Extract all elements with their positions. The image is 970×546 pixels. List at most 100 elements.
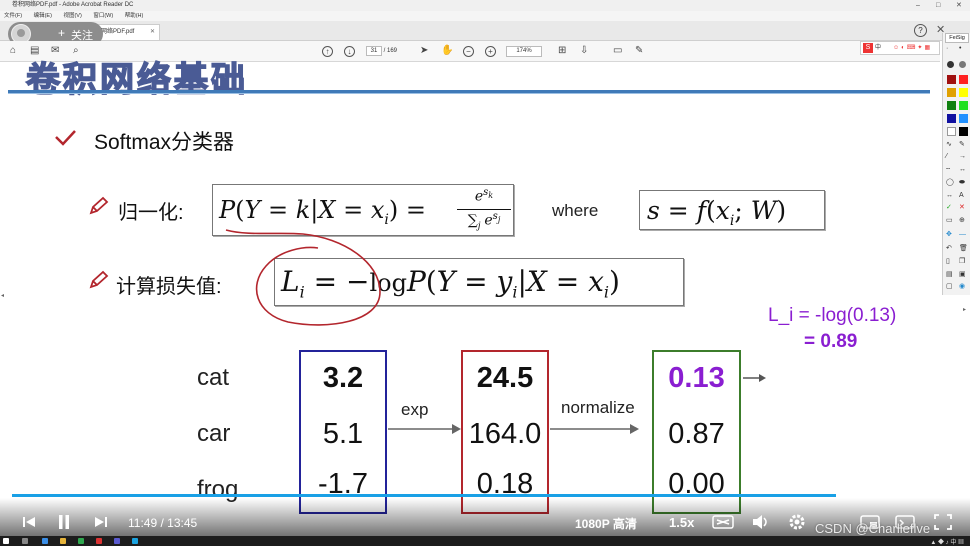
print-tool-icon[interactable]: ▤ [946, 271, 953, 279]
exp-arrow-icon [388, 424, 461, 434]
check-icon[interactable]: ✓ [946, 204, 952, 212]
exp-cat: 24.5 [476, 362, 534, 394]
ime-tool-icons[interactable]: ☺◐⌨✦▦ [893, 42, 932, 54]
text-tool-icon[interactable]: A [959, 192, 964, 200]
copy-icon[interactable]: ❐ [959, 258, 965, 266]
right-scroll-arrow-icon[interactable]: ▸ [963, 306, 966, 313]
window-title: 卷积网络PDF.pdf - Adobe Acrobat Reader DC [12, 2, 134, 8]
fraction-bar [457, 209, 511, 210]
zoom-tool-icon[interactable]: ⊕ [959, 217, 965, 225]
skip-previous-icon[interactable] [22, 515, 36, 529]
where-label: where [552, 201, 599, 220]
scroll-mode-icon[interactable]: ⇩ [580, 44, 588, 58]
quality-selector[interactable]: 1080P 高清 [575, 515, 637, 532]
color-white-swatch[interactable] [947, 127, 956, 136]
zoom-out-icon[interactable]: − [463, 46, 474, 57]
red-pen-annotation [225, 229, 381, 326]
color-orange-swatch[interactable] [947, 88, 956, 97]
double-arrow-icon[interactable]: ↔ [959, 166, 966, 174]
settings-globe-icon[interactable]: ◉ [959, 283, 965, 291]
minus-tool-icon[interactable]: — [959, 231, 966, 239]
sogou-s-icon[interactable]: S [863, 43, 873, 53]
explorer-icon[interactable] [60, 538, 66, 544]
chrome-icon[interactable] [78, 538, 84, 544]
pencil-icon[interactable]: ✎ [959, 141, 965, 149]
color-lime-swatch[interactable] [959, 101, 968, 110]
move-icon[interactable]: ✥ [946, 231, 952, 239]
blank-page-icon[interactable]: ▯ [946, 258, 950, 266]
check-bullet-icon [55, 130, 76, 146]
search-taskbar-icon[interactable] [22, 538, 28, 544]
window-close-icon[interactable]: ✕ [956, 0, 962, 11]
skip-next-icon[interactable] [94, 515, 108, 529]
arrow-left-icon[interactable]: ↔ [946, 192, 953, 200]
window-title-bar: 卷积网络PDF.pdf - Adobe Acrobat Reader DC – … [0, 0, 970, 11]
zoom-select[interactable]: 174% [506, 46, 542, 57]
fit-page-icon[interactable]: ⊞ [558, 44, 566, 58]
settings-gear-icon[interactable] [788, 513, 806, 531]
cross-icon[interactable]: ✕ [959, 204, 965, 212]
fullscreen-icon[interactable] [934, 514, 952, 530]
highlight-pen-icon[interactable]: ✎ [635, 44, 643, 58]
menu-window[interactable]: 窗口(W) [93, 13, 113, 19]
normalize-arrow-label: normalize [561, 398, 635, 417]
save-tool-icon[interactable]: ▣ [959, 271, 966, 279]
select-cursor-icon[interactable]: ➤ [420, 44, 428, 58]
start-icon[interactable] [3, 538, 9, 544]
help-icon[interactable]: ? [914, 24, 927, 37]
home-icon[interactable]: ⌂ [10, 44, 16, 58]
menu-help[interactable]: 帮助(H) [125, 13, 144, 19]
color-blue-swatch[interactable] [947, 114, 956, 123]
arrow-line-icon[interactable]: → [959, 153, 966, 161]
loss-line-2: = 0.89 [804, 331, 858, 352]
minimize-icon[interactable]: – [916, 0, 920, 11]
undo-icon[interactable]: ↶ [946, 245, 952, 253]
pen-size-xl-icon[interactable] [959, 61, 966, 68]
app2-icon[interactable] [132, 538, 138, 544]
color-lightblue-swatch[interactable] [959, 114, 968, 123]
color-red-swatch[interactable] [959, 75, 968, 84]
maximize-icon[interactable]: □ [936, 0, 940, 11]
color-darkred-swatch[interactable] [947, 75, 956, 84]
trash-icon[interactable]: 🗑 [959, 245, 968, 253]
dash-line-icon[interactable]: ╌ [946, 166, 950, 174]
rect-icon[interactable]: ▭ [946, 217, 953, 225]
zoom-in-icon[interactable]: + [485, 46, 496, 57]
color-black-swatch[interactable] [959, 127, 968, 136]
app-icon[interactable] [114, 538, 120, 544]
exp-car: 164.0 [468, 418, 542, 450]
pause-icon[interactable] [57, 514, 71, 530]
volume-icon[interactable] [752, 514, 770, 530]
tab-close-icon[interactable]: ✕ [150, 25, 155, 40]
hand-tool-icon[interactable]: ✋ [441, 44, 453, 58]
csdn-watermark: CSDN @Charlieflve [815, 521, 931, 536]
speed-selector[interactable]: 1.5x [669, 515, 694, 530]
score-car: 5.1 [322, 418, 364, 450]
menu-view[interactable]: 视图(V) [63, 13, 81, 19]
page-total: / 169 [383, 48, 398, 54]
color-green-swatch[interactable] [947, 101, 956, 110]
line-icon[interactable]: ⁄ [946, 153, 947, 161]
ellipse-icon[interactable]: ◯ [946, 179, 954, 187]
softmax-denominator: ∑j esj [467, 211, 501, 232]
page-number-input[interactable]: 31 [366, 46, 382, 56]
prev-page-icon[interactable]: ↑ [322, 46, 333, 57]
loss-arrow-icon [743, 374, 766, 382]
pen-size-large-icon[interactable] [947, 61, 954, 68]
danmaku-toggle-icon[interactable] [712, 514, 734, 530]
ie-icon[interactable] [42, 538, 48, 544]
acrobat-icon[interactable] [96, 538, 102, 544]
menu-edit[interactable]: 编辑(E) [34, 13, 52, 19]
freehand-pen-icon[interactable]: ∿ [946, 141, 952, 149]
dot-medium-icon[interactable]: • [959, 45, 961, 53]
palette-title: FeiSig [945, 33, 969, 43]
ellipse-fill-icon[interactable]: ⬬ [959, 179, 965, 187]
dot-small-icon[interactable]: · [946, 45, 948, 53]
screen-icon[interactable]: ▢ [946, 283, 953, 291]
left-scroll-arrow-icon[interactable]: ◂ [1, 292, 4, 299]
comment-icon[interactable]: ▭ [613, 44, 622, 58]
next-page-icon[interactable]: ↓ [344, 46, 355, 57]
color-yellow-swatch[interactable] [959, 88, 968, 97]
ime-mode-label[interactable]: 中 [875, 45, 881, 51]
menu-file[interactable]: 文件(F) [4, 13, 22, 19]
